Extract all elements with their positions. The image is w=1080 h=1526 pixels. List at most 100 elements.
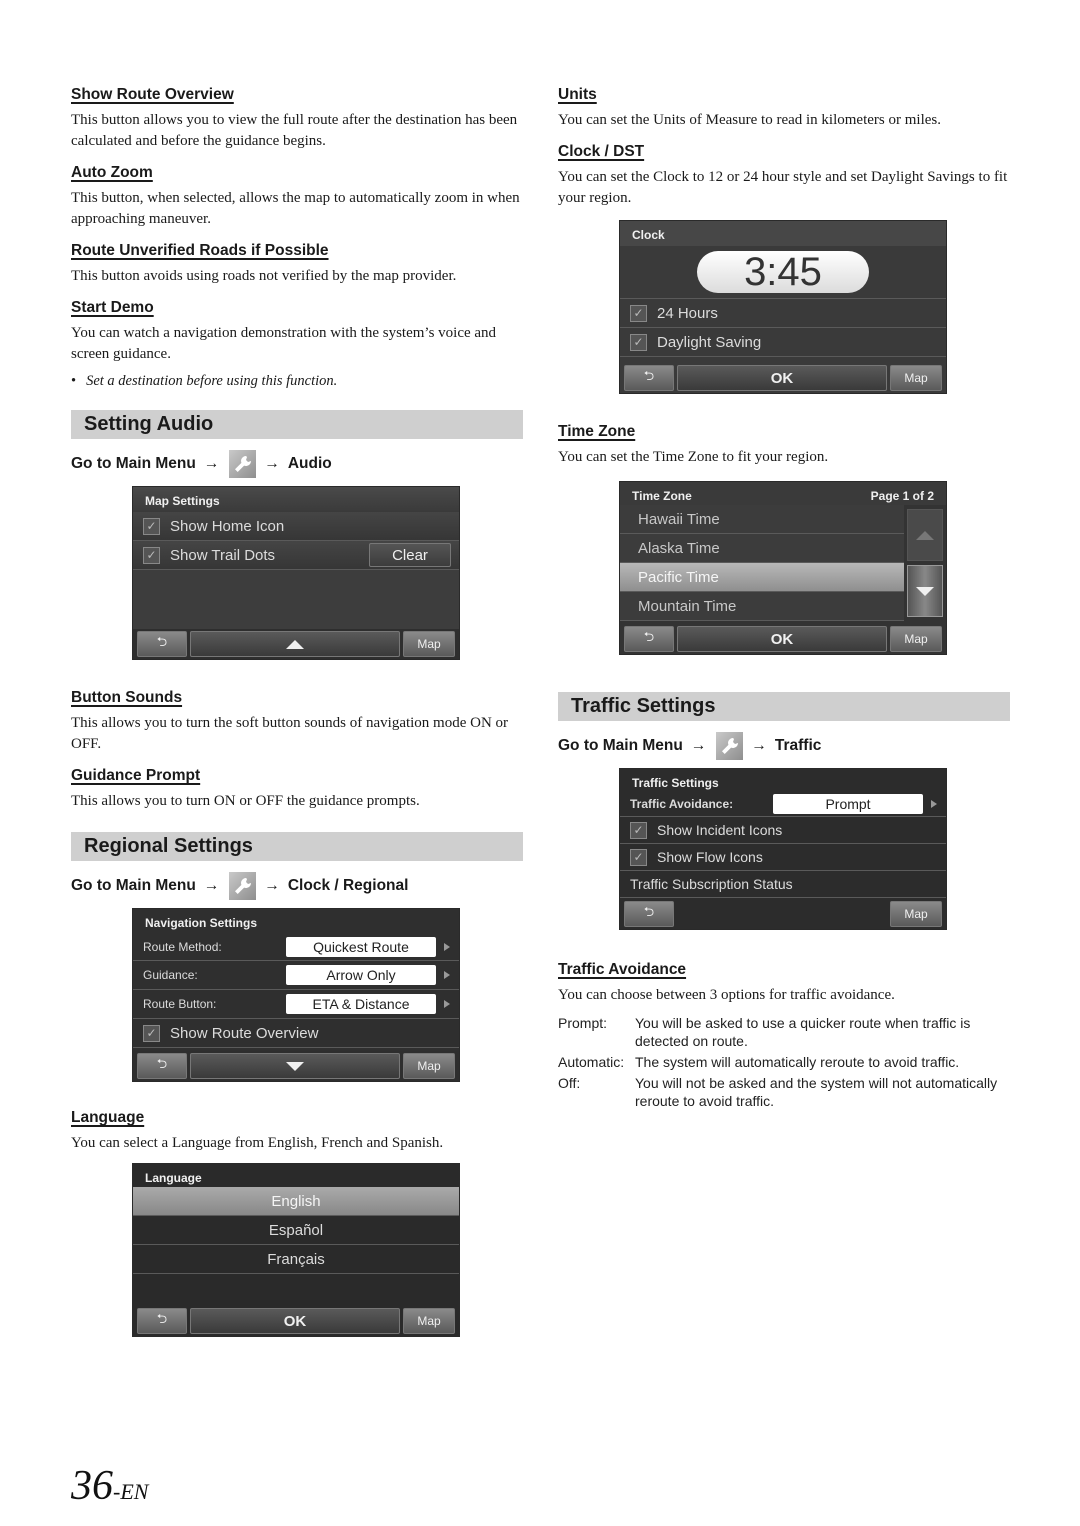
section-title-setting-audio: Setting Audio xyxy=(71,410,523,439)
wrench-icon xyxy=(229,872,257,900)
ok-button[interactable]: OK xyxy=(677,626,887,652)
daylight-saving-row[interactable]: ✓ Daylight Saving xyxy=(620,328,946,357)
row-label: Route Method: xyxy=(143,940,222,954)
route-method-row[interactable]: Route Method: Quickest Route xyxy=(133,934,459,961)
back-arrow-icon: ⮌ xyxy=(643,368,655,383)
scroll-up-button[interactable] xyxy=(190,631,400,657)
scroll-down-button[interactable] xyxy=(190,1053,400,1079)
route-method-value[interactable]: Quickest Route xyxy=(286,937,436,957)
option-label: Hawaii Time xyxy=(638,510,720,528)
body-units: You can set the Units of Measure to read… xyxy=(558,112,941,128)
row-label: Show Trail Dots xyxy=(170,546,276,564)
back-button[interactable]: ⮌ xyxy=(624,365,674,391)
heading-route-unverified: Route Unverified Roads if Possible xyxy=(71,242,329,259)
clock-screen: Clock 3:45 ✓ 24 Hours ✓ Daylight Saving … xyxy=(620,221,946,393)
row-label: Daylight Saving xyxy=(657,333,762,351)
page-indicator: Page 1 of 2 xyxy=(870,489,934,503)
time-zone-option-alaska[interactable]: Alaska Time xyxy=(620,534,904,563)
triangle-right-icon[interactable] xyxy=(444,1000,450,1008)
time-zone-option-pacific[interactable]: Pacific Time xyxy=(620,563,904,592)
page-number: 36-EN xyxy=(71,1462,148,1510)
guidance-value[interactable]: Arrow Only xyxy=(286,965,436,985)
traffic-avoidance-row[interactable]: Traffic Avoidance: Prompt xyxy=(620,792,946,817)
section-units: Units You can set the Units of Measure t… xyxy=(558,86,1010,131)
map-button[interactable]: Map xyxy=(403,1308,455,1334)
checkbox-checked-icon[interactable]: ✓ xyxy=(143,517,160,535)
back-arrow-icon: ⮌ xyxy=(643,629,655,644)
back-button[interactable]: ⮌ xyxy=(137,1053,187,1079)
setting-audio-title: Setting Audio xyxy=(84,413,214,435)
language-option-english[interactable]: English xyxy=(133,1187,459,1216)
goto-prefix: Go to Main Menu xyxy=(71,455,196,472)
triangle-right-icon[interactable] xyxy=(931,800,937,808)
show-flow-icons-row[interactable]: ✓ Show Flow Icons xyxy=(620,844,946,871)
guidance-row[interactable]: Guidance: Arrow Only xyxy=(133,961,459,990)
map-button[interactable]: Map xyxy=(890,901,942,927)
scroll-down-button[interactable] xyxy=(907,565,943,617)
scroll-up-button[interactable] xyxy=(907,509,943,561)
navigation-settings-screen: Navigation Settings Route Method: Quicke… xyxy=(133,909,459,1081)
back-button[interactable]: ⮌ xyxy=(624,626,674,652)
checkbox-checked-icon[interactable]: ✓ xyxy=(143,546,160,564)
goto-clock-regional: Go to Main Menu → → Clock / Regional xyxy=(71,871,523,901)
map-button[interactable]: Map xyxy=(403,1053,455,1079)
language-option-francais[interactable]: Français xyxy=(133,1245,459,1274)
clear-button[interactable]: Clear xyxy=(369,543,451,567)
heading-language: Language xyxy=(71,1109,145,1126)
triangle-right-icon[interactable] xyxy=(444,943,450,951)
back-button[interactable]: ⮌ xyxy=(624,901,674,927)
ok-button[interactable]: OK xyxy=(677,365,887,391)
option-label: English xyxy=(271,1192,321,1210)
triangle-down-icon xyxy=(916,586,934,596)
time-zone-option-hawaii[interactable]: Hawaii Time xyxy=(620,505,904,534)
option-desc: You will not be asked and the system wil… xyxy=(635,1075,998,1109)
note-text: Set a destination before using this func… xyxy=(86,373,338,389)
back-button[interactable]: ⮌ xyxy=(137,631,187,657)
screen-bottom-bar: ⮌ OK Map xyxy=(620,624,946,654)
show-route-overview-row[interactable]: ✓ Show Route Overview xyxy=(133,1019,459,1048)
row-label: Traffic Avoidance: xyxy=(630,797,734,811)
body-clock-dst: You can set the Clock to 12 or 24 hour s… xyxy=(558,169,1008,206)
time-zone-list: Hawaii Time Alaska Time Pacific Time Mou… xyxy=(620,505,904,621)
checkbox-checked-icon[interactable]: ✓ xyxy=(630,821,647,839)
show-home-icon-row[interactable]: ✓ Show Home Icon xyxy=(133,512,459,541)
heading-start-demo: Start Demo xyxy=(71,299,154,316)
ok-button[interactable]: OK xyxy=(190,1308,400,1334)
map-button[interactable]: Map xyxy=(890,365,942,391)
map-button[interactable]: Map xyxy=(890,626,942,652)
time-zone-option-mountain[interactable]: Mountain Time xyxy=(620,592,904,621)
screen-bottom-bar: ⮌ Map xyxy=(620,899,946,929)
checkbox-checked-icon[interactable]: ✓ xyxy=(630,304,647,322)
map-button[interactable]: Map xyxy=(403,631,455,657)
traffic-avoidance-value[interactable]: Prompt xyxy=(773,794,923,814)
goto-traffic: Go to Main Menu → → Traffic xyxy=(558,731,1010,761)
route-button-value[interactable]: ETA & Distance xyxy=(286,994,436,1014)
arrow-icon: → xyxy=(264,877,280,894)
show-trail-dots-row[interactable]: ✓ Show Trail Dots Clear xyxy=(133,541,459,570)
show-incident-icons-row[interactable]: ✓ Show Incident Icons xyxy=(620,817,946,844)
time-zone-screen: Time Zone Page 1 of 2 Hawaii Time Alaska… xyxy=(620,482,946,654)
heading-clock-dst: Clock / DST xyxy=(558,143,645,160)
traffic-subscription-status-row[interactable]: Traffic Subscription Status xyxy=(620,871,946,898)
scrollbar[interactable] xyxy=(904,505,946,621)
checkbox-checked-icon[interactable]: ✓ xyxy=(630,848,647,866)
heading-button-sounds: Button Sounds xyxy=(71,689,183,706)
goto-audio: Go to Main Menu → → Audio xyxy=(71,449,523,479)
option-label: Alaska Time xyxy=(638,539,720,557)
back-button[interactable]: ⮌ xyxy=(137,1308,187,1334)
arrow-icon: → xyxy=(203,455,220,472)
back-arrow-icon: ⮌ xyxy=(156,1311,168,1326)
triangle-right-icon[interactable] xyxy=(444,971,450,979)
language-option-espanol[interactable]: Español xyxy=(133,1216,459,1245)
arrow-icon: → xyxy=(690,737,707,754)
checkbox-checked-icon[interactable]: ✓ xyxy=(630,333,647,351)
screen-title: Traffic Settings xyxy=(620,769,946,792)
screen-title: Language xyxy=(133,1164,459,1187)
checkbox-checked-icon[interactable]: ✓ xyxy=(143,1024,160,1042)
option-prompt: Prompt: You will be asked to use a quick… xyxy=(558,1014,1010,1050)
route-button-row[interactable]: Route Button: ETA & Distance xyxy=(133,990,459,1019)
time-zone-list-area: Hawaii Time Alaska Time Pacific Time Mou… xyxy=(620,505,946,621)
clock-time[interactable]: 3:45 xyxy=(697,250,869,294)
24-hours-row[interactable]: ✓ 24 Hours xyxy=(620,299,946,328)
heading-units: Units xyxy=(558,86,597,103)
